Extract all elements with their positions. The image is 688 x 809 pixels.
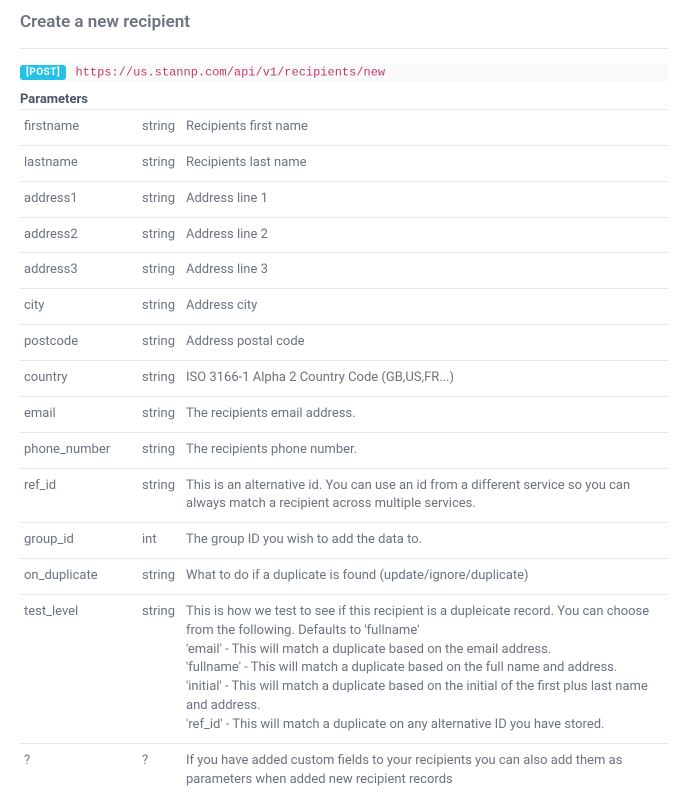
param-description: Address line 1: [184, 181, 668, 217]
param-name: address1: [20, 181, 140, 217]
param-description: Address line 3: [184, 253, 668, 289]
param-description: This is an alternative id. You can use a…: [184, 468, 668, 523]
param-name: country: [20, 360, 140, 396]
param-description: Address line 2: [184, 217, 668, 253]
param-description: The recipients phone number.: [184, 432, 668, 468]
param-name: ?: [20, 743, 140, 797]
param-type: string: [140, 253, 184, 289]
table-row: ??If you have added custom fields to you…: [20, 743, 668, 797]
divider: [20, 48, 668, 49]
table-row: address1stringAddress line 1: [20, 181, 668, 217]
param-name: email: [20, 396, 140, 432]
param-type: string: [140, 559, 184, 595]
param-name: postcode: [20, 325, 140, 361]
table-row: firstnamestringRecipients first name: [20, 110, 668, 146]
param-name: ref_id: [20, 468, 140, 523]
param-name: firstname: [20, 110, 140, 146]
param-description: The recipients email address.: [184, 396, 668, 432]
table-row: citystringAddress city: [20, 289, 668, 325]
table-row: address2stringAddress line 2: [20, 217, 668, 253]
param-type: string: [140, 145, 184, 181]
param-type: string: [140, 110, 184, 146]
table-row: emailstringThe recipients email address.: [20, 396, 668, 432]
param-type: string: [140, 181, 184, 217]
parameters-table: firstnamestringRecipients first namelast…: [20, 109, 668, 797]
param-description: Address postal code: [184, 325, 668, 361]
param-name: test_level: [20, 594, 140, 743]
table-row: address3stringAddress line 3: [20, 253, 668, 289]
parameters-title: Parameters: [20, 92, 668, 107]
param-type: string: [140, 217, 184, 253]
param-type: string: [140, 432, 184, 468]
table-row: lastnamestringRecipients last name: [20, 145, 668, 181]
param-type: string: [140, 360, 184, 396]
table-row: ref_idstringThis is an alternative id. Y…: [20, 468, 668, 523]
table-row: on_duplicatestringWhat to do if a duplic…: [20, 559, 668, 595]
param-type: string: [140, 289, 184, 325]
param-name: phone_number: [20, 432, 140, 468]
param-type: int: [140, 523, 184, 559]
table-row: postcodestringAddress postal code: [20, 325, 668, 361]
param-name: on_duplicate: [20, 559, 140, 595]
endpoint-url: https://us.stannp.com/api/v1/recipients/…: [75, 66, 385, 80]
param-name: group_id: [20, 523, 140, 559]
table-row: phone_numberstringThe recipients phone n…: [20, 432, 668, 468]
param-type: ?: [140, 743, 184, 797]
table-row: group_idintThe group ID you wish to add …: [20, 523, 668, 559]
table-row: test_levelstringThis is how we test to s…: [20, 594, 668, 743]
table-row: countrystringISO 3166-1 Alpha 2 Country …: [20, 360, 668, 396]
param-type: string: [140, 468, 184, 523]
param-description: ISO 3166-1 Alpha 2 Country Code (GB,US,F…: [184, 360, 668, 396]
param-name: city: [20, 289, 140, 325]
param-type: string: [140, 594, 184, 743]
param-description: The group ID you wish to add the data to…: [184, 523, 668, 559]
param-description: If you have added custom fields to your …: [184, 743, 668, 797]
param-description: What to do if a duplicate is found (upda…: [184, 559, 668, 595]
param-name: address3: [20, 253, 140, 289]
param-name: address2: [20, 217, 140, 253]
param-description: Address city: [184, 289, 668, 325]
endpoint: [POST] https://us.stannp.com/api/v1/reci…: [20, 63, 668, 82]
param-description: Recipients first name: [184, 110, 668, 146]
param-type: string: [140, 325, 184, 361]
param-name: lastname: [20, 145, 140, 181]
param-type: string: [140, 396, 184, 432]
param-description: This is how we test to see if this recip…: [184, 594, 668, 743]
method-badge: [POST]: [20, 65, 66, 80]
param-description: Recipients last name: [184, 145, 668, 181]
page-heading: Create a new recipient: [20, 12, 668, 32]
